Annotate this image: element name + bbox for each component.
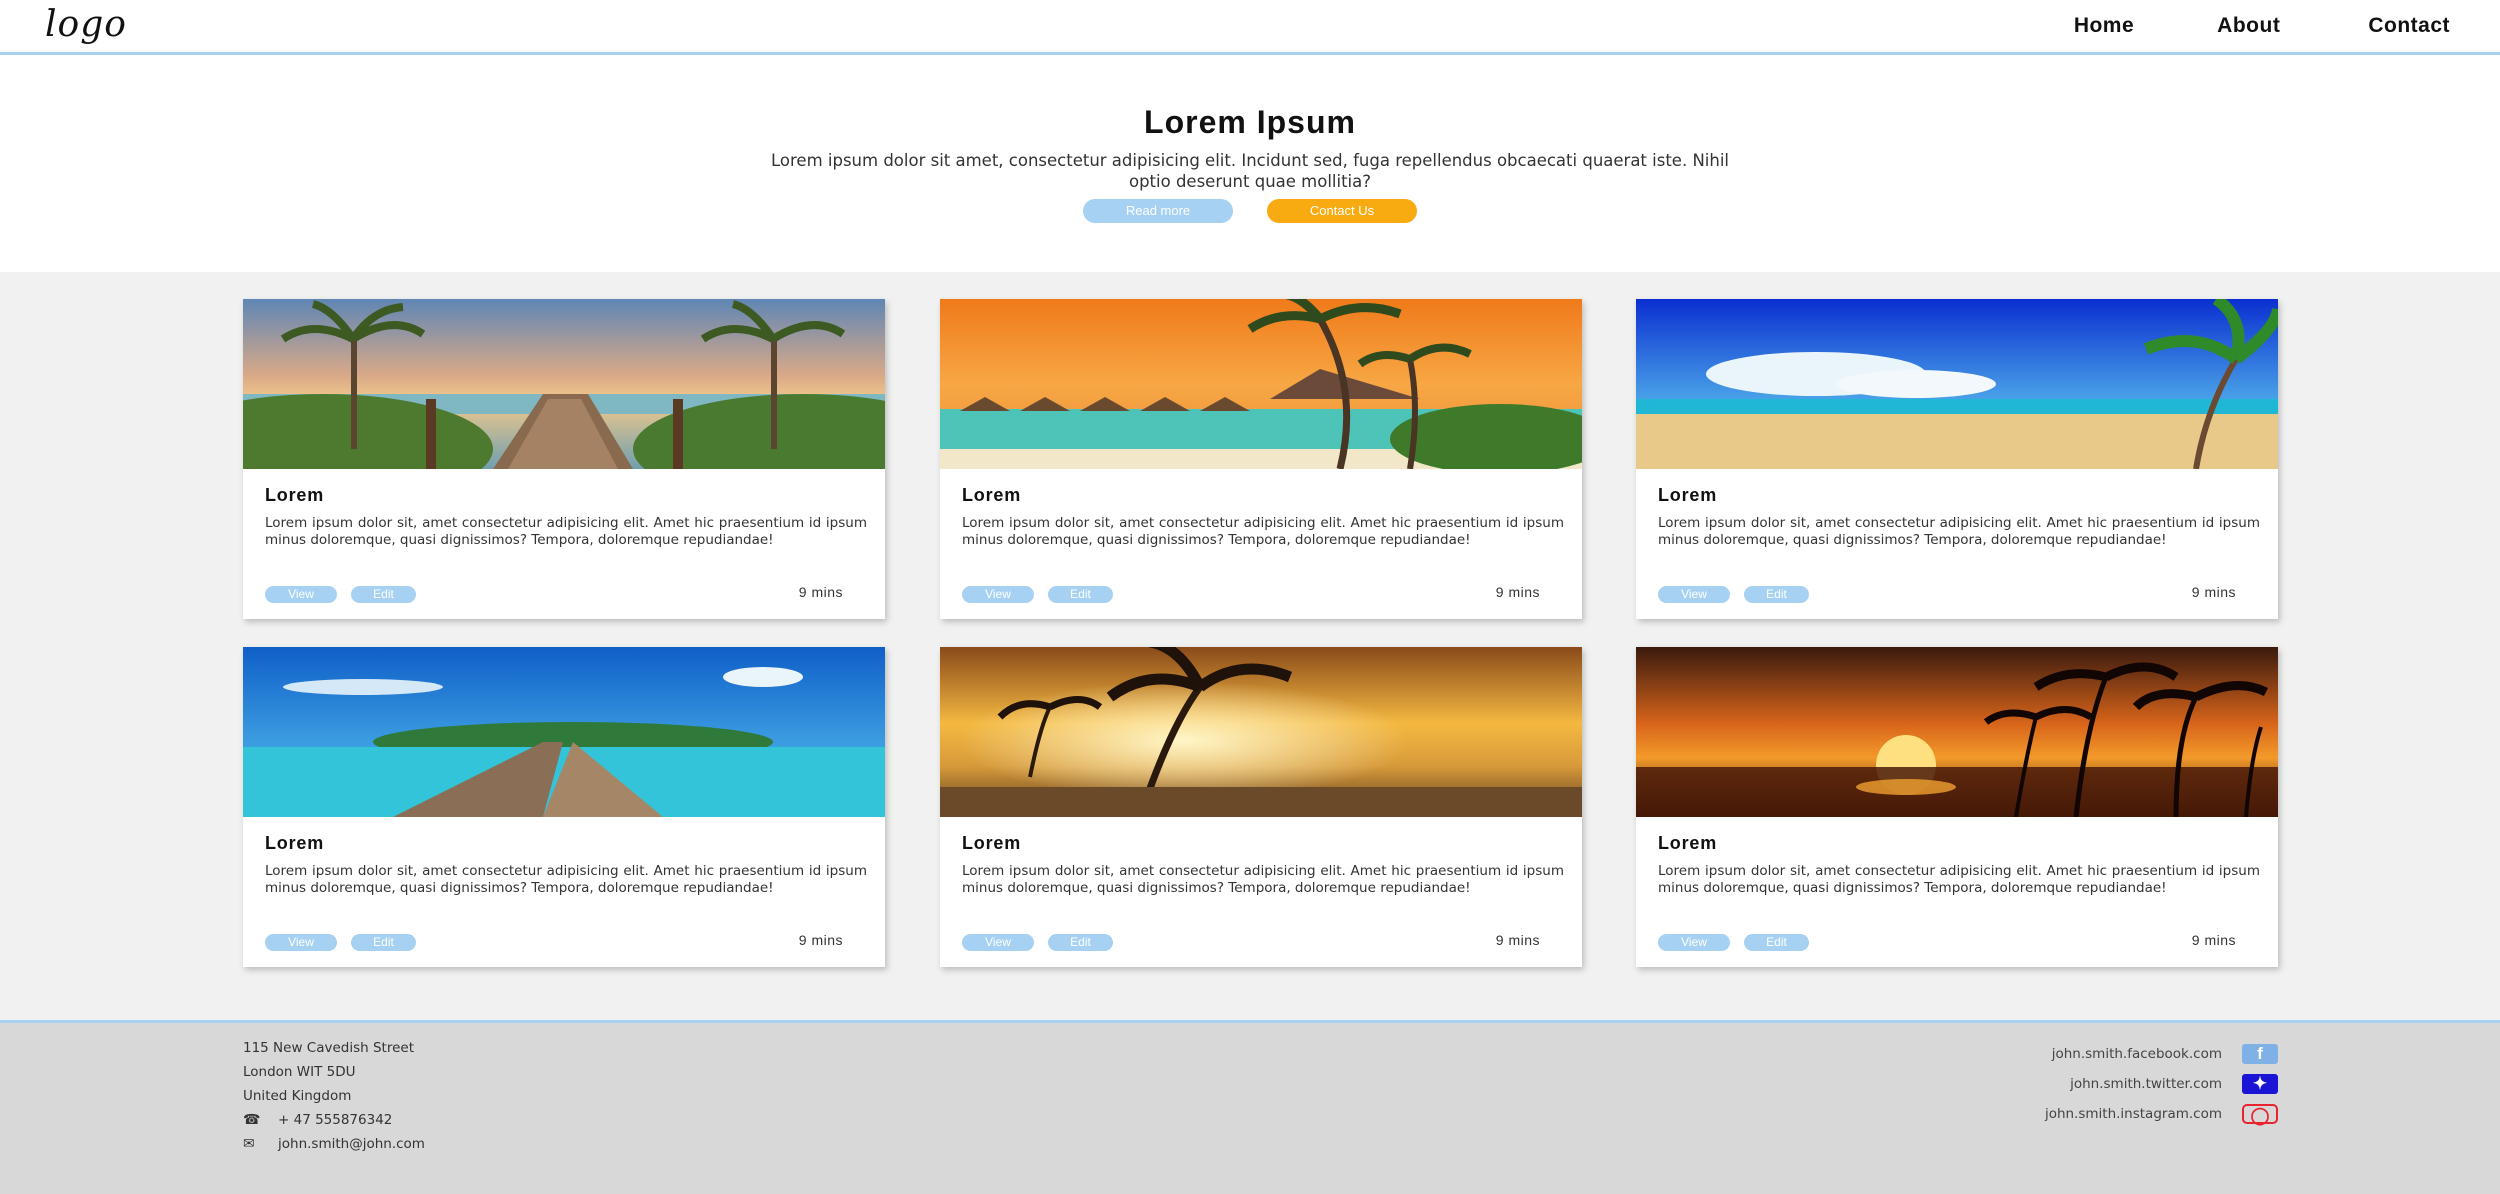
view-button[interactable]: View [1658, 586, 1730, 603]
card-image-pier-island [243, 647, 885, 817]
card-image-bungalows [940, 299, 1582, 469]
card: Lorem Lorem ipsum dolor sit, amet consec… [940, 647, 1582, 967]
footer-social: john.smith.facebook.com f john.smith.twi… [2045, 1039, 2278, 1129]
card-read-time: 9 mins [798, 932, 843, 948]
card: Lorem Lorem ipsum dolor sit, amet consec… [243, 299, 885, 619]
twitter-icon[interactable]: ✦ [2242, 1074, 2278, 1094]
card-read-time: 9 mins [798, 584, 843, 600]
read-more-button[interactable]: Read more [1083, 199, 1233, 223]
card-title: Lorem [1658, 833, 1718, 853]
edit-button[interactable]: Edit [1048, 934, 1113, 951]
card-image-golden-sunset [940, 647, 1582, 817]
view-button[interactable]: View [1658, 934, 1730, 951]
footer: 115 New Cavedish Street London WIT 5DU U… [0, 1020, 2500, 1194]
hero-buttons: Read more Contact Us [0, 199, 2500, 223]
instagram-link[interactable]: john.smith.instagram.com [2045, 1106, 2222, 1122]
instagram-icon[interactable]: ◯ [2242, 1104, 2278, 1125]
facebook-link[interactable]: john.smith.facebook.com [2052, 1046, 2222, 1062]
nav-about-link[interactable]: About [2217, 14, 2280, 38]
phone-line: ☎ + 47 555876342 [243, 1111, 425, 1135]
edit-button[interactable]: Edit [351, 934, 416, 951]
view-button[interactable]: View [962, 934, 1034, 951]
card-image-red-sunset [1636, 647, 2278, 817]
hero-text: Lorem ipsum dolor sit amet, consectetur … [771, 151, 1729, 191]
logo[interactable]: logo [45, 4, 127, 45]
facebook-icon[interactable]: f [2242, 1044, 2278, 1064]
card-title: Lorem [265, 485, 325, 505]
email-icon: ✉ [243, 1136, 255, 1152]
nav-contact-link[interactable]: Contact [2368, 14, 2450, 38]
address-line: United Kingdom [243, 1088, 352, 1104]
social-instagram[interactable]: john.smith.instagram.com ◯ [2045, 1099, 2278, 1129]
card-title: Lorem [962, 485, 1022, 505]
card-read-time: 9 mins [2191, 584, 2236, 600]
footer-address: 115 New Cavedish Street London WIT 5DU U… [243, 1039, 425, 1159]
top-navbar: logo Home About Contact [0, 0, 2500, 55]
edit-button[interactable]: Edit [1744, 934, 1809, 951]
nav-home-link[interactable]: Home [2074, 14, 2134, 38]
card-actions: View Edit [1658, 586, 1809, 603]
card-title: Lorem [962, 833, 1022, 853]
card-read-time: 9 mins [1495, 932, 1540, 948]
card: Lorem Lorem ipsum dolor sit, amet consec… [243, 647, 885, 967]
edit-button[interactable]: Edit [351, 586, 416, 603]
card-actions: View Edit [962, 586, 1113, 603]
card-text: Lorem ipsum dolor sit, amet consectetur … [265, 863, 867, 896]
card-text: Lorem ipsum dolor sit, amet consectetur … [962, 863, 1564, 896]
card-read-time: 9 mins [2191, 932, 2236, 948]
card-grid: Lorem Lorem ipsum dolor sit, amet consec… [0, 272, 2500, 1020]
card-read-time: 9 mins [1495, 584, 1540, 600]
card: Lorem Lorem ipsum dolor sit, amet consec… [1636, 647, 2278, 967]
card: Lorem Lorem ipsum dolor sit, amet consec… [940, 299, 1582, 619]
card-image-boardwalk [243, 299, 885, 469]
card-actions: View Edit [265, 934, 416, 951]
view-button[interactable]: View [962, 586, 1034, 603]
card-text: Lorem ipsum dolor sit, amet consectetur … [265, 515, 867, 548]
contact-us-button[interactable]: Contact Us [1267, 199, 1417, 223]
view-button[interactable]: View [265, 934, 337, 951]
social-facebook[interactable]: john.smith.facebook.com f [2045, 1039, 2278, 1069]
edit-button[interactable]: Edit [1744, 586, 1809, 603]
hero-section: Lorem Ipsum Lorem ipsum dolor sit amet, … [0, 58, 2500, 272]
email-line: ✉ john.smith@john.com [243, 1135, 425, 1159]
card-actions: View Edit [962, 934, 1113, 951]
main-nav: Home About Contact [2074, 14, 2450, 38]
social-twitter[interactable]: john.smith.twitter.com ✦ [2045, 1069, 2278, 1099]
card-text: Lorem ipsum dolor sit, amet consectetur … [1658, 515, 2260, 548]
edit-button[interactable]: Edit [1048, 586, 1113, 603]
card: Lorem Lorem ipsum dolor sit, amet consec… [1636, 299, 2278, 619]
card-actions: View Edit [265, 586, 416, 603]
view-button[interactable]: View [265, 586, 337, 603]
phone-number[interactable]: + 47 555876342 [278, 1112, 392, 1128]
card-title: Lorem [265, 833, 325, 853]
card-text: Lorem ipsum dolor sit, amet consectetur … [962, 515, 1564, 548]
card-image-sandy-beach [1636, 299, 2278, 469]
address-line: London WIT 5DU [243, 1064, 356, 1080]
twitter-link[interactable]: john.smith.twitter.com [2070, 1076, 2222, 1092]
address-line: 115 New Cavedish Street [243, 1040, 415, 1056]
card-title: Lorem [1658, 485, 1718, 505]
card-actions: View Edit [1658, 934, 1809, 951]
email-address[interactable]: john.smith@john.com [278, 1136, 425, 1152]
phone-icon: ☎ [243, 1112, 261, 1128]
hero-title: Lorem Ipsum [1144, 104, 1356, 140]
card-text: Lorem ipsum dolor sit, amet consectetur … [1658, 863, 2260, 896]
